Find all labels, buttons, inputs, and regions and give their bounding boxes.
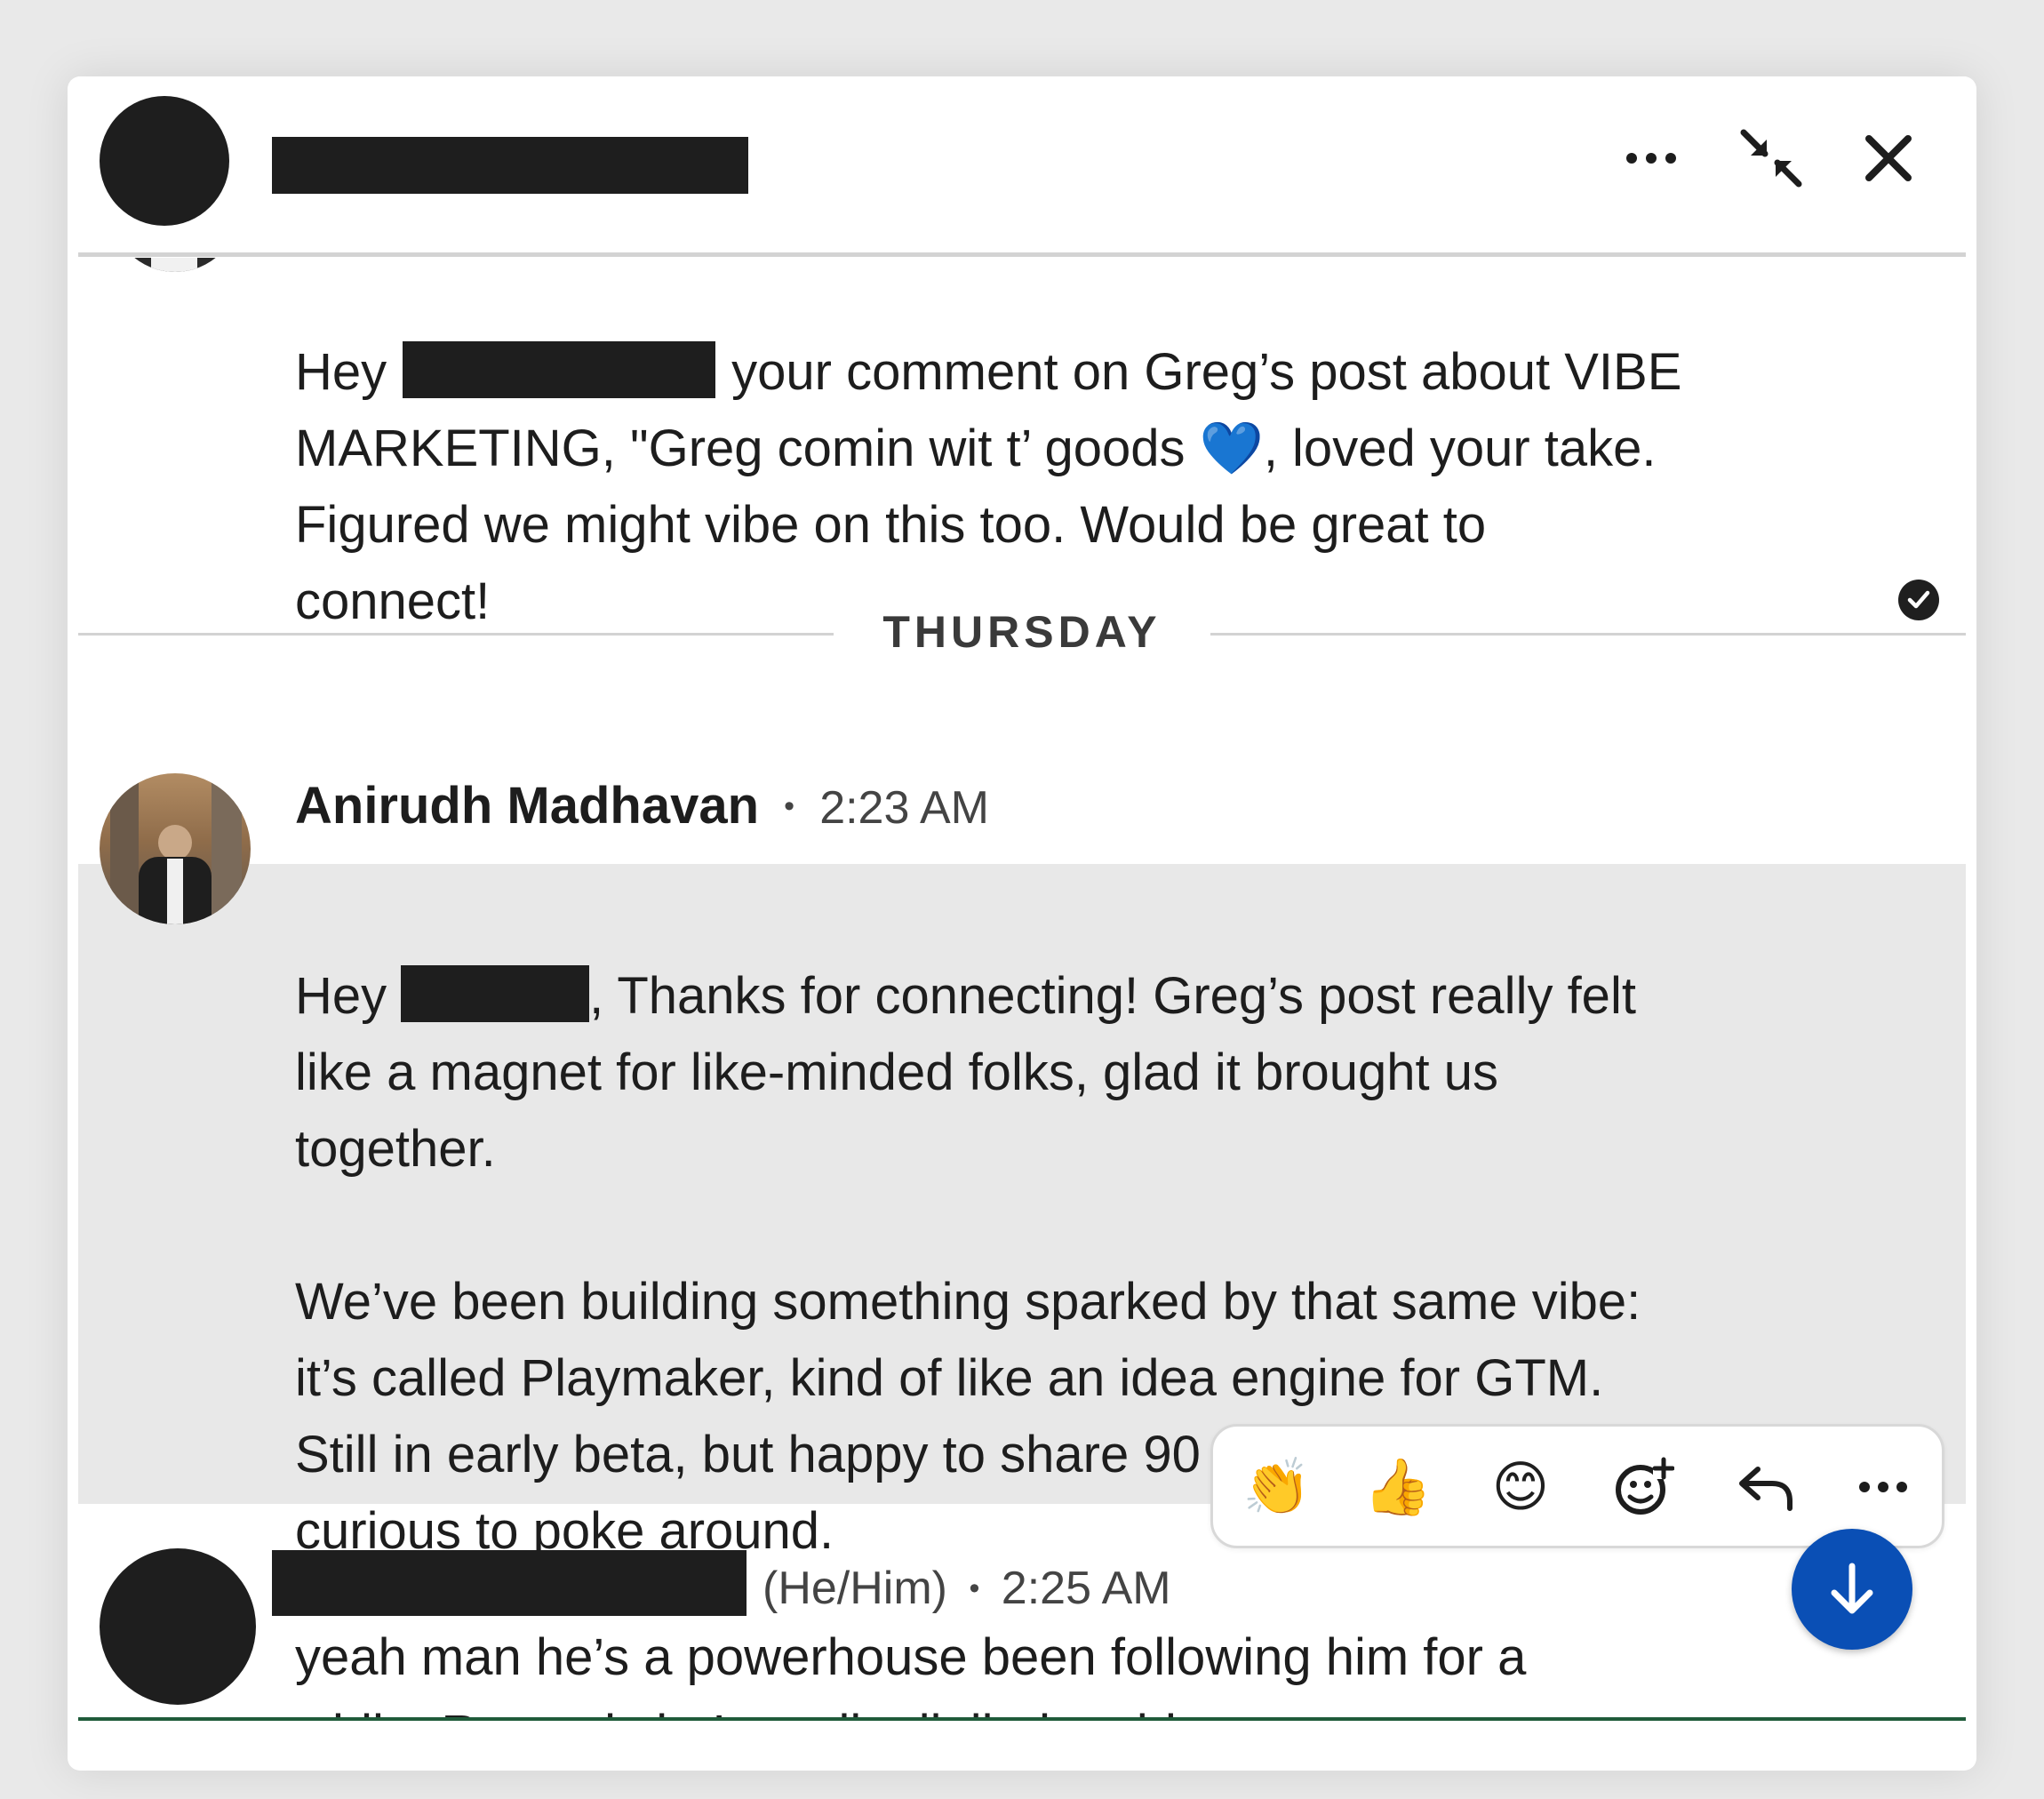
ellipsis-icon <box>1859 1482 1907 1492</box>
composer-divider <box>78 1717 1966 1721</box>
message-body-start: Hey <box>295 343 387 401</box>
read-receipt <box>1898 580 1939 620</box>
message-body: Hey your comment on Greg’s post about VIB… <box>295 258 1912 631</box>
add-reaction-icon <box>1616 1457 1674 1515</box>
message-meta: (He/Him) • 2:25 AM <box>763 1559 1171 1618</box>
scroll-to-bottom-button[interactable] <box>1792 1529 1912 1650</box>
minimize-button[interactable] <box>1722 121 1820 196</box>
avatar[interactable] <box>100 1548 256 1705</box>
add-reaction-button[interactable] <box>1599 1443 1688 1531</box>
close-icon <box>1865 135 1912 181</box>
avatar[interactable] <box>100 96 229 226</box>
message-body-start: Hey <box>295 967 387 1025</box>
meta-separator: • <box>784 789 795 823</box>
more-options-button[interactable] <box>1607 121 1696 196</box>
message-meta: Anirudh Madhavan • 2:23 AM <box>295 775 989 839</box>
message-body: yeah man he’s a powerhouse been followin… <box>295 1628 1527 1721</box>
date-divider-line-right <box>1210 633 1966 636</box>
date-divider-line-left <box>78 633 834 636</box>
close-button[interactable] <box>1847 121 1930 196</box>
message-1: Hey your comment on Greg’s post about VIB… <box>78 258 1966 631</box>
date-divider: THURSDAY <box>882 607 1162 657</box>
avatar-partial[interactable] <box>110 258 240 272</box>
reply-button[interactable] <box>1721 1443 1810 1531</box>
check-icon <box>1907 590 1930 609</box>
redacted-name <box>403 341 716 398</box>
thumbs-up-reaction-button[interactable]: 👍 <box>1353 1443 1442 1531</box>
smile-reaction-button[interactable]: 😊 <box>1476 1443 1565 1531</box>
reaction-toolbar: 👏 👍 😊 <box>1210 1424 1944 1548</box>
reply-icon <box>1739 1467 1792 1511</box>
sender-name[interactable]: Anirudh Madhavan <box>295 777 759 835</box>
sender-name-redacted[interactable] <box>272 1550 747 1616</box>
ellipsis-icon <box>1626 153 1676 164</box>
message-2: Anirudh Madhavan • 2:23 AM Hey, Thanks f… <box>78 699 1966 1560</box>
conversation-title-redacted[interactable] <box>272 137 748 194</box>
minimize-icon <box>1740 129 1802 188</box>
header-divider <box>78 252 1966 257</box>
redacted-name <box>401 965 590 1022</box>
meta-separator: • <box>969 1571 980 1605</box>
timestamp: 2:25 AM <box>1001 1563 1171 1614</box>
sender-avatar[interactable] <box>100 773 251 924</box>
messaging-window: Hey your comment on Greg’s post about VIB… <box>68 76 1976 1771</box>
timestamp: 2:23 AM <box>819 782 989 834</box>
header <box>78 76 1966 254</box>
pronouns: (He/Him) <box>763 1563 947 1614</box>
clap-reaction-button[interactable]: 👏 <box>1233 1443 1321 1531</box>
conversation-panel: Hey your comment on Greg’s post about VIB… <box>78 76 1966 1721</box>
more-actions-button[interactable] <box>1839 1443 1928 1531</box>
arrow-down-icon <box>1831 1563 1873 1614</box>
